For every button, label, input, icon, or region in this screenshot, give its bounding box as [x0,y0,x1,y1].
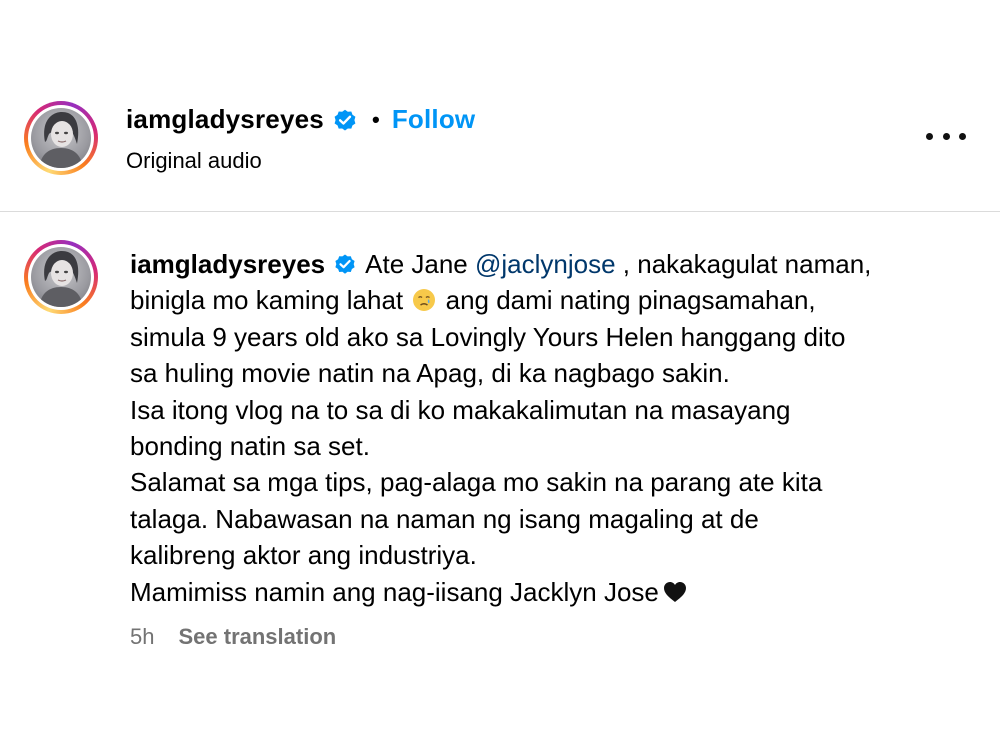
caption-text-segment: binigla mo kaming lahat [130,285,404,316]
avatar-photo-icon [39,112,83,168]
profile-avatar[interactable] [24,101,98,175]
caption-text: iamgladysreyes Ate Jane @jaclynjose , nak… [130,246,960,610]
caption-line: Isa itong vlog na to sa di ko makakalimu… [130,394,791,425]
verified-badge-icon [335,254,355,274]
caption-meta: 5h See translation [130,624,336,650]
caption-line: sa huling movie natin na Apag, di ka nag… [130,358,730,389]
more-dot [926,132,933,140]
see-translation-button[interactable]: See translation [178,624,336,650]
caption-line: kalibreng aktor ang industriya. [130,540,477,571]
caption-text-segment: ang dami nating pinagsamahan, [438,285,816,316]
header-divider [0,211,1000,212]
more-dot [942,132,950,140]
caption-line: iamgladysreyes Ate Jane @jaclynjose , nak… [130,246,960,282]
follow-button[interactable]: Follow [392,104,476,135]
caption-text-segment: , nakakagulat naman, [615,249,872,279]
crying-face-emoji-icon [413,289,436,312]
post-header: iamgladysreyes • Follow Original audio [0,96,1000,212]
mention-link[interactable]: @jaclynjose [475,249,616,279]
avatar-photo-icon [39,251,83,307]
caption-line: talaga. Nabawasan na naman ng isang maga… [130,503,759,534]
header-username[interactable]: iamgladysreyes [126,104,324,135]
heart-icon [663,581,686,602]
caption-line: simula 9 years old ako sa Lovingly Yours… [130,321,846,352]
caption-text-segment: Mamimiss namin ang nag-iisang Jacklyn Jo… [130,576,659,607]
timestamp[interactable]: 5h [130,624,154,650]
more-dot [959,132,966,140]
comment-avatar[interactable] [24,240,98,314]
separator-dot: • [371,106,380,132]
caption-text-segment: Ate Jane [365,249,475,279]
caption-line: Mamimiss namin ang nag-iisang Jacklyn Jo… [130,574,960,610]
verified-badge-icon [334,109,356,131]
caption-username[interactable]: iamgladysreyes [130,249,325,279]
more-options-icon[interactable] [926,130,966,142]
caption-line: Salamat sa mga tips, pag-alaga mo sakin … [130,467,823,498]
caption-line: binigla mo kaming lahat ang dami nating … [130,282,960,318]
caption-line: bonding natin sa set. [130,431,370,462]
header-user-row: iamgladysreyes • Follow [126,104,475,135]
original-audio-link[interactable]: Original audio [126,148,262,174]
